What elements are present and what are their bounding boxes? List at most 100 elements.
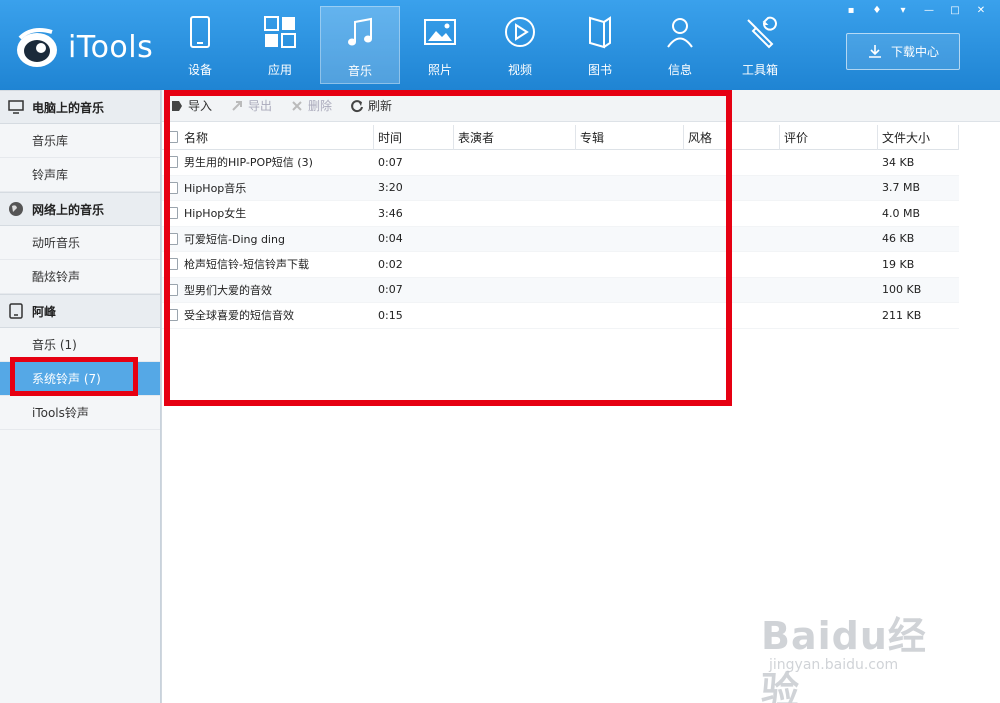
col-artist-header[interactable]: 表演者 xyxy=(454,124,576,150)
sidebar-item-cool-ringtones[interactable]: 酷炫铃声 xyxy=(0,260,160,294)
sidebar: 电脑上的音乐 音乐库 铃声库 网络上的音乐 动听音乐 酷炫铃声 阿峰 音乐 (1… xyxy=(0,90,161,703)
cell-size: 19 KB xyxy=(882,257,915,271)
cell-size: 4.0 MB xyxy=(882,206,921,220)
cell-name: HipHop女生 xyxy=(162,205,374,221)
export-button[interactable]: 导出 xyxy=(230,97,272,114)
cell-size: 46 KB xyxy=(882,232,915,246)
table-row[interactable]: 受全球喜爱的短信音效 0:15 211 KB xyxy=(162,303,959,329)
row-checkbox[interactable] xyxy=(166,258,178,271)
nav-toolbox[interactable]: 工具箱 xyxy=(720,6,800,84)
cell-size: 34 KB xyxy=(882,155,915,169)
row-checkbox[interactable] xyxy=(166,156,178,169)
computer-icon xyxy=(8,100,24,114)
cell-name: 男生用的HIP-POP短信 (3) xyxy=(162,154,374,170)
nav-apps[interactable]: 应用 xyxy=(240,6,320,84)
cell-time: 0:07 xyxy=(378,283,403,297)
sidebar-item-system-ringtones[interactable]: 系统铃声 (7) xyxy=(0,357,160,396)
table-row[interactable]: 可爱短信-Ding ding 0:04 46 KB xyxy=(162,226,959,252)
sidebar-item-music-library[interactable]: 音乐库 xyxy=(0,124,160,158)
nav-photo[interactable]: 照片 xyxy=(400,6,480,84)
import-icon xyxy=(172,100,182,111)
sidebar-item-dongting-music[interactable]: 动听音乐 xyxy=(0,226,160,260)
toolbar: 导入 导出 删除 刷新 xyxy=(162,90,1000,122)
cell-time: 0:15 xyxy=(378,308,403,322)
refresh-button[interactable]: 刷新 xyxy=(350,97,392,114)
sidebar-group-online[interactable]: 网络上的音乐 xyxy=(0,192,160,226)
table-row[interactable]: HipHop女生 3:46 4.0 MB xyxy=(162,201,959,227)
app-name: iTools xyxy=(68,29,154,65)
main-nav: 设备 应用 音乐 照片 视频 图书 信息 工具箱 xyxy=(160,6,800,86)
baidu-watermark: Baidu经验 jingyan.baidu.com xyxy=(761,614,927,703)
skin-icon[interactable]: ♦ xyxy=(866,2,888,19)
col-rating-header[interactable]: 评价 xyxy=(780,124,878,150)
feedback-icon[interactable]: ▪ xyxy=(840,2,862,19)
sidebar-item-itools-ringtones[interactable]: iTools铃声 xyxy=(0,396,160,430)
phone-icon xyxy=(9,303,23,319)
cell-size: 3.7 MB xyxy=(882,181,921,195)
photo-icon xyxy=(424,19,456,45)
window-controls: ▪ ♦ ▾ — □ ✕ xyxy=(840,2,992,19)
row-checkbox[interactable] xyxy=(166,181,178,194)
contacts-icon xyxy=(667,18,693,48)
sidebar-group-computer[interactable]: 电脑上的音乐 xyxy=(0,90,160,124)
col-genre-header[interactable]: 风格 xyxy=(684,124,780,150)
maximize-icon[interactable]: □ xyxy=(944,2,966,19)
cell-time: 3:20 xyxy=(378,181,403,195)
main-panel: 导入 导出 删除 刷新 名称 时间 表演者 专辑 风格 评价 文件大小 男生用的… xyxy=(161,90,1000,703)
refresh-icon xyxy=(351,99,364,112)
menu-icon[interactable]: ▾ xyxy=(892,2,914,19)
delete-button[interactable]: 删除 xyxy=(290,97,332,114)
cell-time: 0:02 xyxy=(378,257,403,271)
close-icon[interactable]: ✕ xyxy=(970,2,992,19)
toolbox-icon xyxy=(747,16,777,49)
row-checkbox[interactable] xyxy=(166,207,178,220)
cell-name: HipHop音乐 xyxy=(162,180,374,196)
itools-logo-icon xyxy=(12,24,62,70)
cell-time: 0:04 xyxy=(378,232,403,246)
row-checkbox[interactable] xyxy=(166,283,178,296)
apps-icon xyxy=(264,16,296,48)
delete-icon xyxy=(292,100,302,111)
globe-icon xyxy=(9,202,23,216)
cell-time: 0:07 xyxy=(378,155,403,169)
nav-device[interactable]: 设备 xyxy=(160,6,240,84)
sidebar-group-device[interactable]: 阿峰 xyxy=(0,294,160,328)
nav-video[interactable]: 视频 xyxy=(480,6,560,84)
table-row[interactable]: 型男们大爱的音效 0:07 100 KB xyxy=(162,277,959,303)
nav-contacts[interactable]: 信息 xyxy=(640,6,720,84)
import-button[interactable]: 导入 xyxy=(170,97,212,114)
sidebar-item-device-music[interactable]: 音乐 (1) xyxy=(0,328,160,362)
minimize-icon[interactable]: — xyxy=(918,2,940,19)
table-row[interactable]: HipHop音乐 3:20 3.7 MB xyxy=(162,175,959,201)
book-icon xyxy=(589,16,611,49)
nav-music[interactable]: 音乐 xyxy=(320,6,400,84)
col-name-header[interactable]: 名称 xyxy=(162,124,374,150)
row-checkbox[interactable] xyxy=(166,232,178,245)
cell-size: 100 KB xyxy=(882,283,922,297)
cell-name: 受全球喜爱的短信音效 xyxy=(162,307,374,323)
header-bar: iTools 设备 应用 音乐 照片 视频 图书 信息 工具箱 ▪ ♦ ▾ — … xyxy=(0,0,1000,90)
nav-book[interactable]: 图书 xyxy=(560,6,640,84)
col-album-header[interactable]: 专辑 xyxy=(576,124,684,150)
col-time-header[interactable]: 时间 xyxy=(374,124,454,150)
sidebar-item-ringtone-library[interactable]: 铃声库 xyxy=(0,158,160,192)
app-logo: iTools xyxy=(12,22,153,72)
export-icon xyxy=(232,100,243,111)
row-checkbox[interactable] xyxy=(166,309,178,322)
cell-name: 型男们大爱的音效 xyxy=(162,282,374,298)
music-icon xyxy=(348,17,372,46)
select-all-checkbox[interactable] xyxy=(166,131,178,143)
ringtone-list: 男生用的HIP-POP短信 (3) 0:07 34 KB HipHop音乐 3:20 3.… xyxy=(162,150,959,329)
cell-name: 枪声短信铃-短信铃声下载 xyxy=(162,256,374,272)
download-icon xyxy=(868,44,881,58)
table-row[interactable]: 枪声短信铃-短信铃声下载 0:02 19 KB xyxy=(162,252,959,278)
video-icon xyxy=(505,17,535,47)
table-row[interactable]: 男生用的HIP-POP短信 (3) 0:07 34 KB xyxy=(162,150,959,176)
cell-time: 3:46 xyxy=(378,206,403,220)
download-center-button[interactable]: 下载中心 xyxy=(846,33,960,70)
col-size-header[interactable]: 文件大小 xyxy=(878,124,959,150)
cell-size: 211 KB xyxy=(882,308,922,322)
table-header: 名称 时间 表演者 专辑 风格 评价 文件大小 xyxy=(162,124,959,150)
download-center-label: 下载中心 xyxy=(890,45,939,59)
device-icon xyxy=(190,16,210,48)
